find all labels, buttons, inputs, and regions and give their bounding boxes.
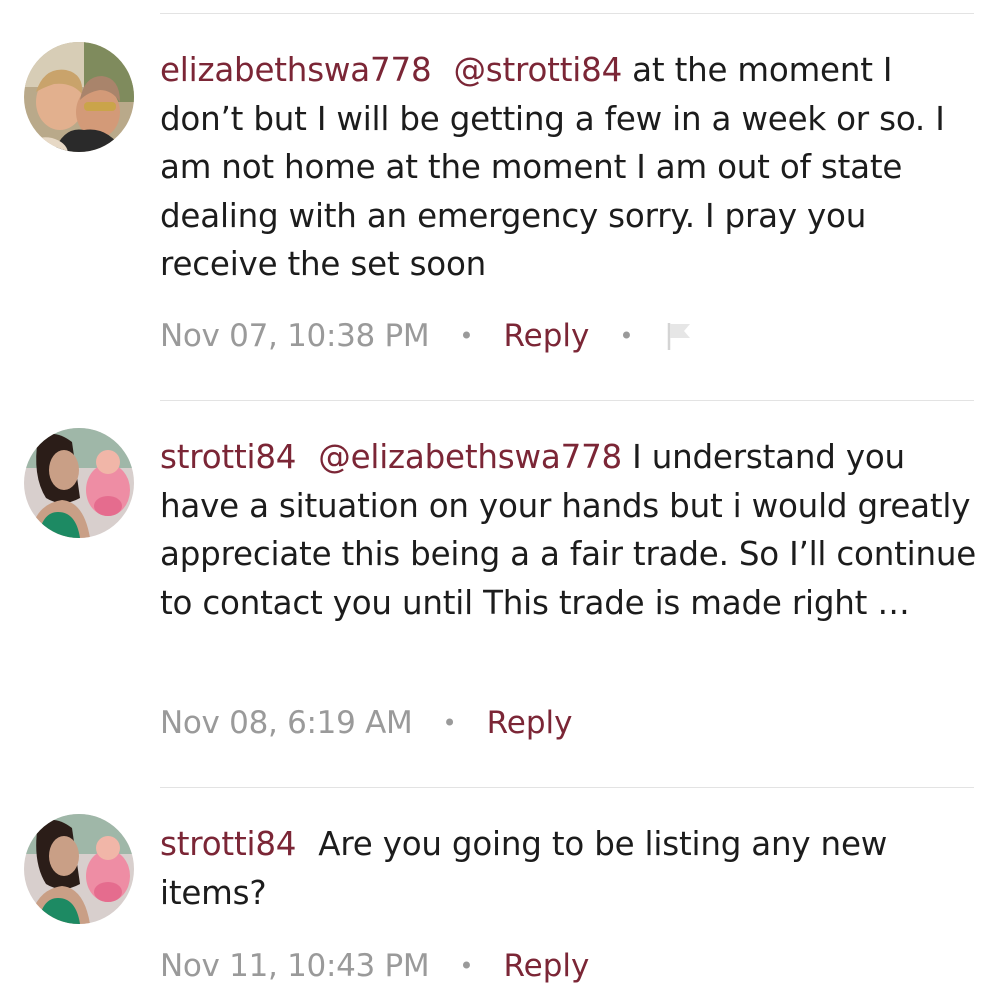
separator-dot: •	[619, 322, 634, 350]
avatar-image	[24, 42, 134, 152]
comment-body: strotti84 @elizabethswa778 I understand y…	[160, 433, 980, 627]
separator-dot: •	[442, 709, 457, 737]
reply-button[interactable]: Reply	[487, 705, 573, 741]
reply-button[interactable]: Reply	[504, 948, 590, 984]
comment-username[interactable]: strotti84	[160, 825, 296, 863]
comment-timestamp: Nov 08, 6:19 AM	[160, 705, 413, 741]
comment-username[interactable]: elizabethswa778	[160, 51, 432, 89]
comment-mention[interactable]: @strotti84	[453, 51, 622, 89]
avatar[interactable]	[24, 814, 134, 924]
comment-body: strotti84 Are you going to be listing any…	[160, 820, 980, 917]
reply-button[interactable]: Reply	[504, 318, 590, 354]
comment-mention[interactable]: @elizabethswa778	[318, 438, 622, 476]
separator-dot: •	[459, 952, 474, 980]
avatar[interactable]	[24, 42, 134, 152]
avatar[interactable]	[24, 428, 134, 538]
comment-meta: Nov 08, 6:19 AM • Reply	[160, 699, 572, 747]
divider	[160, 13, 974, 14]
flag-icon[interactable]	[664, 320, 694, 352]
divider	[160, 787, 974, 788]
avatar-image	[24, 428, 134, 538]
comment-username[interactable]: strotti84	[160, 438, 296, 476]
comment-body: elizabethswa778 @strotti84 at the moment …	[160, 46, 980, 289]
comment-thread: elizabethswa778 @strotti84 at the moment …	[0, 0, 1000, 1000]
separator-dot: •	[459, 322, 474, 350]
avatar-image	[24, 814, 134, 924]
comment-timestamp: Nov 11, 10:43 PM	[160, 948, 430, 984]
comment-timestamp: Nov 07, 10:38 PM	[160, 318, 430, 354]
comment-meta: Nov 07, 10:38 PM • Reply •	[160, 312, 694, 360]
comment-meta: Nov 11, 10:43 PM • Reply	[160, 942, 589, 990]
divider	[160, 400, 974, 401]
